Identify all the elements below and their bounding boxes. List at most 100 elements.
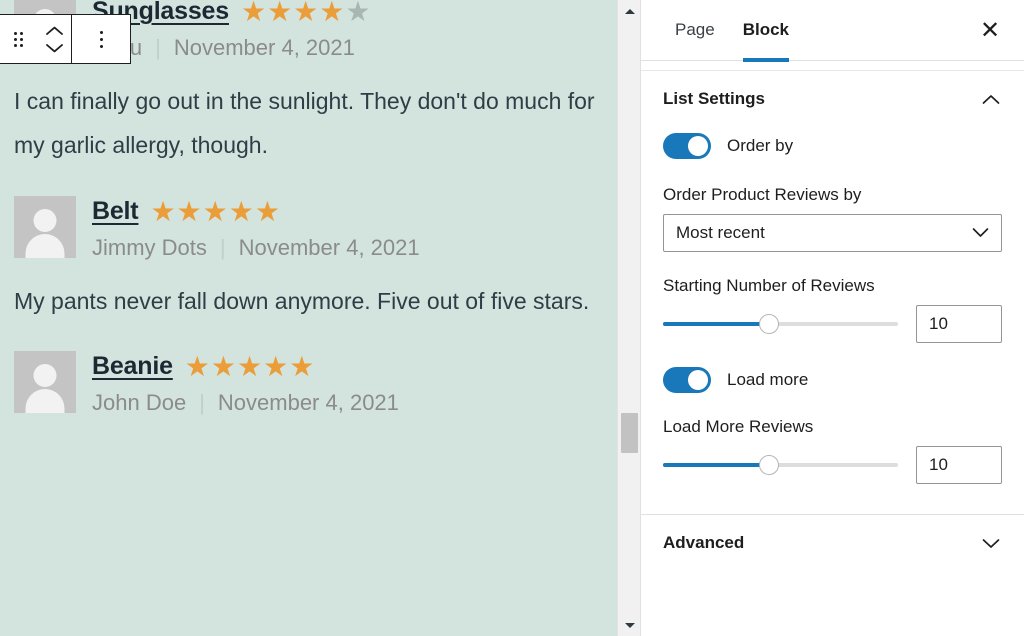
scroll-up-button[interactable] [618,0,640,22]
sidebar-header-spacer [641,61,1024,71]
byline-separator: | [199,390,205,416]
star-filled-icon: ★ [202,195,228,227]
review-title-row: Sunglasses ★ ★ ★ ★ ★ [92,0,622,26]
range-row-starting-number: 10 [663,305,1002,343]
canvas-scrollbar[interactable] [617,0,640,636]
six-dots-icon [13,31,23,47]
three-dots-vertical-icon [99,30,103,48]
review-title-row: Beanie ★ ★ ★ ★ ★ [92,353,622,381]
number-input-starting-number[interactable]: 10 [916,305,1002,343]
star-rating: ★ ★ ★ ★ ★ [150,195,280,227]
chevron-stack [45,26,63,53]
editor-window: Sunglasses ★★★★★ eratu | November 4, 202… [0,0,1024,636]
review-item[interactable]: Beanie ★ ★ ★ ★ ★ John Doe | November 4, 2021 [14,351,622,420]
slider-load-more[interactable] [663,454,898,476]
avatar-body-shape [25,389,65,414]
tab-block[interactable]: Block [729,0,803,62]
block-mover-group [0,15,71,63]
star-filled-icon: ★ [293,0,319,27]
chevron-down-icon [45,43,63,52]
star-empty-icon: ★ [345,0,371,27]
field-starting-number-of-reviews: Starting Number of Reviews 10 [663,276,1002,343]
slider-thumb[interactable] [758,455,779,475]
panel-title-advanced: Advanced [663,533,745,552]
close-icon[interactable]: ✕ [972,13,1008,49]
avatar [14,195,76,258]
tab-page[interactable]: Page [661,0,729,61]
slider-starting-number[interactable] [663,313,898,335]
label-load-more-reviews: Load More Reviews [663,417,814,436]
star-filled-icon: ★ [289,351,315,383]
field-order-product-reviews-by: Order Product Reviews by Most recent [663,185,1002,252]
star-filled-icon: ★ [228,195,254,227]
avatar-head-shape [33,208,57,232]
review-byline: eratu | November 4, 2021 [92,35,622,61]
panel-header-advanced[interactable]: Advanced [641,515,1024,571]
review-body-text: My pants never fall down anymore. Five o… [14,287,590,314]
chevron-up-icon [45,26,63,35]
review-byline: Jimmy Dots | November 4, 2021 [92,235,622,261]
settings-sidebar: Page Block ✕ List Settings Order by Orde… [640,0,1024,636]
sidebar-header: Page Block ✕ [641,0,1024,62]
byline-separator: | [219,234,226,260]
star-filled-icon: ★ [267,0,293,27]
review-date: November 4, 2021 [238,234,420,260]
product-title-link[interactable]: Beanie [92,353,173,381]
slider-thumb[interactable] [758,314,779,334]
avatar-body-shape [25,233,65,258]
toggle-order-by-label: Order by [727,136,794,155]
avatar-head-shape [33,364,57,388]
canvas-scroll-area: Sunglasses ★★★★★ eratu | November 4, 202… [0,0,636,636]
number-input-value: 10 [929,314,948,333]
review-date: November 4, 2021 [217,390,399,416]
review-byline: John Doe | November 4, 2021 [92,390,622,416]
chevron-up-icon [980,88,1002,110]
toggle-order-by[interactable] [663,133,711,159]
review-body-text: I can finally go out in the sunlight. Th… [14,88,595,159]
star-rating: ★ ★ ★ ★ ★ [185,353,315,381]
review-title-row: Belt ★ ★ ★ ★ ★ [92,195,622,227]
toggle-load-more-row[interactable]: Load more [663,367,1002,393]
triangle-up-icon [624,8,635,14]
field-load-more-reviews: Load More Reviews 10 [663,417,1002,484]
product-title-link[interactable]: Belt [92,197,139,226]
review-header: Beanie ★ ★ ★ ★ ★ John Doe | November 4, 2021 [14,351,622,416]
review-meta: Beanie ★ ★ ★ ★ ★ John Doe | November 4, 2021 [92,351,622,416]
star-filled-icon: ★ [176,195,202,227]
panel-header-list-settings[interactable]: List Settings [663,71,1002,127]
toggle-load-more[interactable] [663,367,711,393]
select-order-product-reviews-by[interactable]: Most recent [663,214,1002,252]
review-item[interactable]: Belt ★ ★ ★ ★ ★ Jimmy Dots | November 4, 2021… [14,195,622,327]
star-filled-icon: ★ [150,195,176,227]
scroll-down-button[interactable] [618,614,640,636]
review-meta: Sunglasses ★★★★★ eratu | November 4, 202… [92,0,622,61]
editor-canvas: Sunglasses ★★★★★ eratu | November 4, 202… [0,0,640,636]
review-author: Jimmy Dots [92,234,207,260]
review-date: November 4, 2021 [173,35,355,60]
select-value: Most recent [676,223,765,242]
star-filled-icon: ★ [240,0,267,27]
toggle-load-more-label: Load more [727,370,809,389]
drag-handle-icon[interactable] [0,15,37,63]
panel-list-settings: List Settings Order by Order Product Rev… [641,71,1024,514]
star-filled-icon: ★ [210,351,237,383]
review-meta: Belt ★ ★ ★ ★ ★ Jimmy Dots | November 4, 2021 [92,196,622,261]
scrollbar-thumb[interactable] [621,413,638,453]
panel-title-list-settings: List Settings [663,89,766,108]
slider-fill [663,322,769,326]
triangle-down-icon [624,622,635,628]
number-input-load-more[interactable]: 10 [916,446,1002,484]
star-filled-icon: ★ [184,351,210,383]
toggle-order-by-row[interactable]: Order by [663,133,1002,159]
star-filled-icon: ★ [237,351,263,383]
review-author: John Doe [92,390,187,416]
label-starting-number-of-reviews: Starting Number of Reviews [663,276,875,295]
star-rating: ★ ★ ★ ★ ★ [241,0,371,26]
toggle-knob [688,136,708,156]
block-mover-buttons[interactable] [37,15,71,63]
label-order-product-reviews-by: Order Product Reviews by [663,185,862,204]
number-input-value: 10 [929,455,948,474]
star-filled-icon: ★ [263,351,289,383]
block-toolbar [0,14,131,64]
block-options-button[interactable] [72,15,130,63]
